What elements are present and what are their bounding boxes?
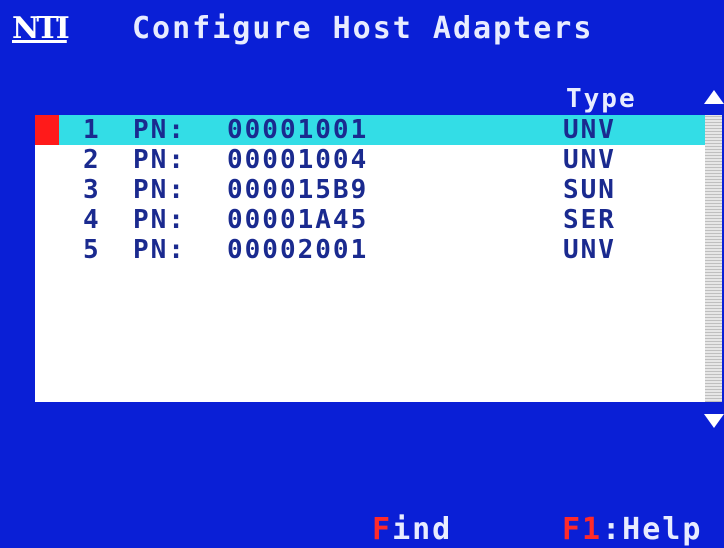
selection-marker [35,115,59,145]
row-number: 1 [83,115,101,145]
footer-hotkey-bar: Find F1:Help [0,512,724,548]
kvm-osd-screen: NTI Configure Host Adapters Type 1 PN: 0… [0,0,724,548]
row-number: 4 [83,205,101,235]
part-number: 00001004 [227,145,369,175]
pn-label: PN: [133,115,186,145]
list-item[interactable]: 1 PN: 00001001 UNV [35,115,705,145]
list-item[interactable]: 3 PN: 000015B9 SUN [35,175,705,205]
row-number: 2 [83,145,101,175]
host-adapter-list: 1 PN: 00001001 UNV 2 PN: 00001004 UNV 3 … [35,115,705,402]
help-hotkey: F1 [562,512,603,547]
find-label: ind [392,512,453,547]
adapter-type: UNV [563,235,616,265]
help-button[interactable]: F1:Help [562,512,702,548]
adapter-type: SUN [563,175,616,205]
scrollbar[interactable] [705,115,722,402]
type-column-header: Type [566,84,637,114]
pn-label: PN: [133,205,186,235]
scroll-up-arrow-icon[interactable] [704,90,724,104]
find-button[interactable]: Find [372,512,452,548]
part-number: 00002001 [227,235,369,265]
part-number: 00001A45 [227,205,369,235]
pn-label: PN: [133,175,186,205]
adapter-type: UNV [563,115,616,145]
row-number: 5 [83,235,101,265]
pn-label: PN: [133,145,186,175]
part-number: 00001001 [227,115,369,145]
pn-label: PN: [133,235,186,265]
nti-logo: NTI [12,11,70,46]
row-number: 3 [83,175,101,205]
scroll-down-arrow-icon[interactable] [704,414,724,428]
help-label: :Help [602,512,703,547]
list-item[interactable]: 2 PN: 00001004 UNV [35,145,705,175]
list-item[interactable]: 4 PN: 00001A45 SER [35,205,705,235]
adapter-type: UNV [563,145,616,175]
adapter-type: SER [563,205,616,235]
part-number: 000015B9 [227,175,369,205]
list-item[interactable]: 5 PN: 00002001 UNV [35,235,705,265]
find-hotkey: F [372,512,393,547]
page-title: Configure Host Adapters [132,11,594,46]
